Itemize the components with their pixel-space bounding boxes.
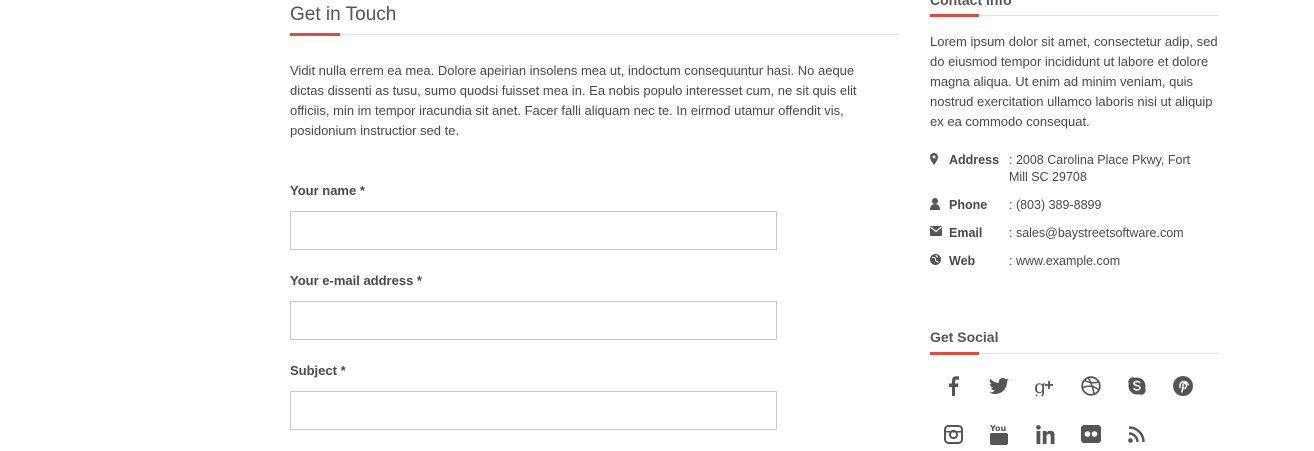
title-divider bbox=[290, 33, 899, 36]
envelope-icon bbox=[930, 225, 949, 242]
instagram-icon[interactable] bbox=[930, 417, 976, 451]
email-label: Your e-mail address * bbox=[290, 273, 422, 288]
phone-value: : (803) 389-8899 bbox=[1009, 198, 1102, 212]
email-link[interactable]: : sales@baystreetsoftware.com bbox=[1009, 225, 1199, 242]
user-icon bbox=[930, 197, 949, 214]
email-field[interactable] bbox=[290, 301, 777, 340]
map-marker-icon bbox=[930, 152, 949, 186]
youtube-icon[interactable]: You bbox=[976, 417, 1022, 451]
contact-info-title: Contact Info bbox=[930, 0, 1012, 8]
sidebar: Contact Info Lorem ipsum dolor sit amet,… bbox=[930, 0, 1219, 445]
contact-row-phone: Phone : (803) 389-8899 bbox=[930, 197, 1219, 214]
contact-details: Address : 2008 Carolina Place Pkwy, Fort… bbox=[930, 152, 1219, 270]
subject-label: Subject * bbox=[290, 363, 346, 378]
twitter-icon[interactable] bbox=[976, 369, 1022, 403]
contact-form: Your name * Your e-mail address * Subjec… bbox=[290, 181, 899, 430]
contact-row-address: Address : 2008 Carolina Place Pkwy, Fort… bbox=[930, 152, 1219, 186]
linkedin-icon[interactable] bbox=[1022, 417, 1068, 451]
name-field-group: Your name * bbox=[290, 181, 899, 250]
web-key: Web bbox=[949, 254, 976, 268]
web-link[interactable]: : www.example.com bbox=[1009, 253, 1199, 270]
email-key: Email bbox=[949, 226, 983, 240]
youtube-icon-text: You bbox=[989, 424, 1007, 433]
pinterest-icon[interactable] bbox=[1160, 369, 1206, 403]
social-section: Get Social g You bbox=[930, 327, 1219, 451]
flickr-icon[interactable] bbox=[1068, 417, 1114, 451]
name-label: Your name * bbox=[290, 183, 365, 198]
google-plus-icon[interactable]: g bbox=[1022, 369, 1068, 403]
social-title: Get Social bbox=[930, 329, 999, 345]
rss-icon[interactable] bbox=[1114, 417, 1160, 451]
globe-icon bbox=[930, 253, 949, 270]
contact-title-accent bbox=[930, 14, 979, 17]
social-icons: g You bbox=[930, 369, 1219, 451]
email-field-group: Your e-mail address * bbox=[290, 271, 899, 340]
social-title-divider bbox=[930, 352, 1219, 355]
title-accent bbox=[290, 33, 340, 36]
page-title: Get in Touch bbox=[290, 4, 397, 25]
svg-text:g: g bbox=[1034, 376, 1046, 396]
social-title-accent bbox=[930, 352, 979, 355]
address-key: Address bbox=[949, 153, 1000, 167]
contact-form-section: Get in Touch Vidit nulla errem ea mea. D… bbox=[290, 0, 899, 451]
subject-field-group: Subject * bbox=[290, 361, 899, 430]
contact-title-divider bbox=[930, 14, 1219, 17]
contact-title-wrap: Contact Info bbox=[930, 0, 1219, 15]
contact-row-web: Web : www.example.com bbox=[930, 253, 1219, 270]
dribbble-icon[interactable] bbox=[1068, 369, 1114, 403]
phone-key: Phone bbox=[949, 198, 988, 212]
name-field[interactable] bbox=[290, 211, 777, 250]
facebook-icon[interactable] bbox=[930, 369, 976, 403]
contact-row-email: Email : sales@baystreetsoftware.com bbox=[930, 225, 1219, 242]
skype-icon[interactable] bbox=[1114, 369, 1160, 403]
contact-info-text: Lorem ipsum dolor sit amet, consectetur … bbox=[930, 34, 1218, 129]
subject-field[interactable] bbox=[290, 391, 777, 430]
intro-text: Vidit nulla errem ea mea. Dolore apeiria… bbox=[290, 63, 857, 138]
address-value: : 2008 Carolina Place Pkwy, Fort Mill SC… bbox=[1009, 153, 1191, 184]
